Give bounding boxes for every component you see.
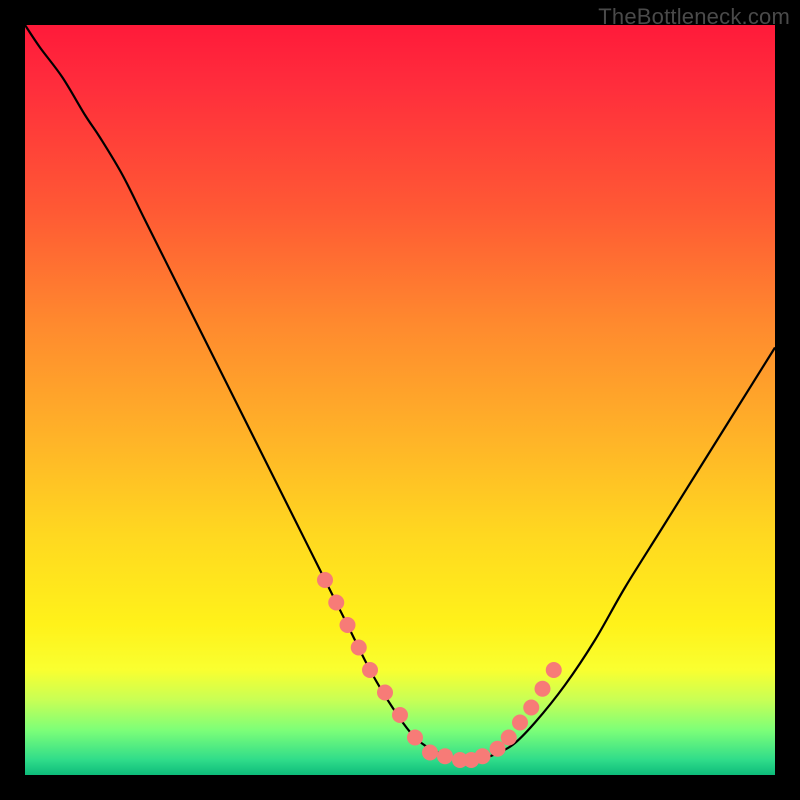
curve-marker: [475, 748, 491, 764]
plot-area: [25, 25, 775, 775]
curve-marker: [317, 572, 333, 588]
curve-marker: [501, 730, 517, 746]
curve-marker: [546, 662, 562, 678]
curve-marker: [437, 748, 453, 764]
curve-marker: [377, 685, 393, 701]
curve-markers: [317, 572, 562, 768]
curve-marker: [328, 595, 344, 611]
curve-marker: [523, 700, 539, 716]
chart-frame: TheBottleneck.com: [0, 0, 800, 800]
curve-marker: [512, 715, 528, 731]
curve-marker: [362, 662, 378, 678]
bottleneck-curve: [25, 25, 775, 775]
watermark-text: TheBottleneck.com: [598, 4, 790, 30]
curve-marker: [535, 681, 551, 697]
curve-marker: [340, 617, 356, 633]
curve-marker: [351, 640, 367, 656]
curve-marker: [422, 745, 438, 761]
curve-marker: [392, 707, 408, 723]
curve-marker: [407, 730, 423, 746]
curve-line: [25, 25, 775, 761]
